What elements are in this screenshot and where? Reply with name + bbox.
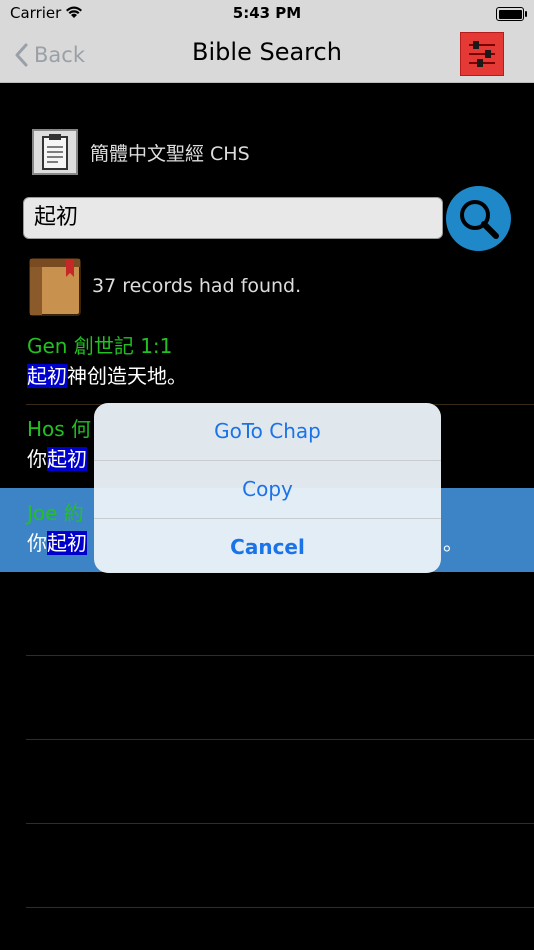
match-highlight: 起初 (47, 447, 87, 471)
row-divider (26, 655, 534, 656)
bible-name: 簡體中文聖經 CHS (90, 142, 250, 165)
row-divider (26, 823, 534, 824)
cancel-button[interactable]: Cancel (94, 519, 441, 573)
battery-icon (496, 7, 527, 21)
match-highlight: 起初 (27, 364, 67, 388)
match-highlight: 起初 (47, 531, 87, 555)
row-divider (26, 739, 534, 740)
verse-tail: 。 (443, 531, 463, 555)
copy-button[interactable]: Copy (94, 461, 441, 519)
search-button[interactable] (446, 186, 511, 251)
goto-chap-button[interactable]: GoTo Chap (94, 403, 441, 461)
search-input[interactable]: 起初 (23, 197, 443, 239)
action-sheet: GoTo Chap Copy Cancel (94, 403, 441, 573)
verse-text: 起初神创造天地。 (27, 364, 187, 388)
sliders-icon (461, 33, 503, 75)
clipboard-icon (32, 129, 78, 175)
status-bar: Carrier 5:43 PM (0, 0, 534, 28)
page-title: Bible Search (192, 38, 342, 66)
clock: 5:43 PM (232, 4, 302, 22)
navigation-bar: Back Bible Search (0, 28, 534, 83)
magnifier-icon (460, 200, 499, 239)
result-count: 37 records had found. (92, 275, 302, 297)
book-icon (29, 258, 81, 316)
bible-selector[interactable]: 簡體中文聖經 CHS (32, 128, 250, 176)
settings-button[interactable] (460, 32, 504, 76)
row-divider (26, 907, 534, 908)
verse-reference: Gen 創世記 1:1 (27, 334, 173, 358)
verse-row[interactable]: Gen 創世記 1:1 起初神创造天地。 (0, 330, 534, 402)
result-summary: 37 records had found. (28, 254, 301, 318)
